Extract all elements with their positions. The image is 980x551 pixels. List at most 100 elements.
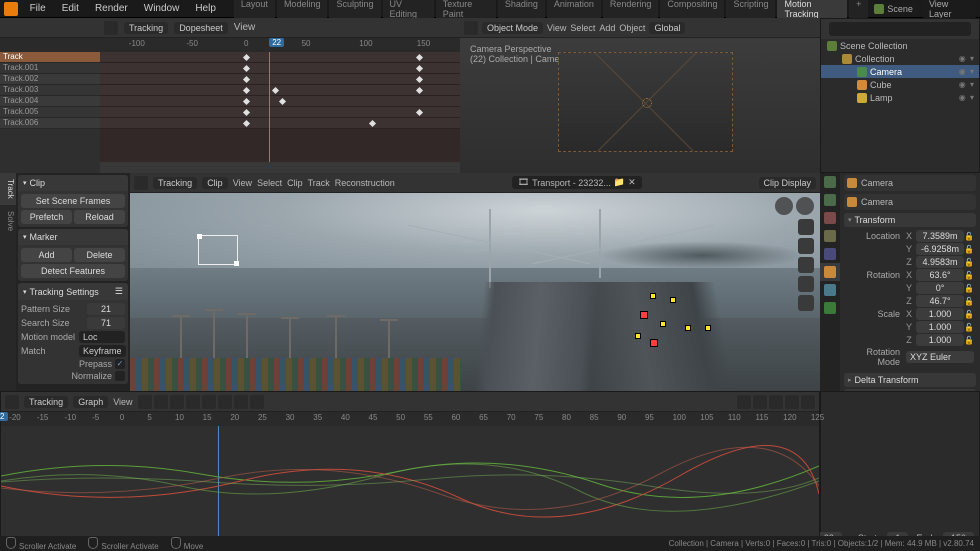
rotation-y[interactable]: 0° <box>916 282 964 294</box>
graph-body[interactable] <box>1 426 819 538</box>
tracking-point[interactable] <box>650 339 658 347</box>
dopesheet-track-row[interactable]: Track.005 <box>0 107 100 118</box>
viewport-add-menu[interactable]: Add <box>599 23 615 33</box>
outliner-row[interactable]: Scene Collection <box>821 39 979 52</box>
menu-help[interactable]: Help <box>187 1 224 16</box>
lock-icon[interactable]: 🔓 <box>964 271 974 280</box>
menu-render[interactable]: Render <box>87 1 136 16</box>
set-scene-frames-button[interactable]: Set Scene Frames <box>21 194 125 208</box>
graph-ruler[interactable]: -20-15-10-505101520253035404550556065707… <box>1 412 819 426</box>
lock-icon[interactable]: 🔓 <box>964 284 974 293</box>
rotation-x[interactable]: 63.6° <box>916 269 964 281</box>
editor-type-icon[interactable] <box>104 21 118 35</box>
scale-x[interactable]: 1.000 <box>916 308 964 320</box>
clip-name-field[interactable]: 🎞Transport - 23232...📁✕ <box>512 176 642 189</box>
side-tab-track[interactable]: Track <box>0 173 16 205</box>
dopesheet-view-menu[interactable]: View <box>234 22 256 33</box>
location-z[interactable]: 4.9583m <box>916 256 964 268</box>
close-icon[interactable]: ✕ <box>628 177 636 188</box>
rotation-z[interactable]: 46.7° <box>916 295 964 307</box>
clip-mode[interactable]: Tracking <box>153 177 197 189</box>
dopesheet-track-row[interactable]: Track <box>0 52 100 63</box>
graph-view-menu[interactable]: View <box>113 397 132 407</box>
detect-features-button[interactable]: Detect Features <box>21 264 125 278</box>
graph-option-icon[interactable] <box>769 395 783 409</box>
lock-icon[interactable]: 🔓 <box>964 232 974 241</box>
menu-window[interactable]: Window <box>136 1 188 16</box>
editor-type-icon[interactable] <box>134 176 148 190</box>
viewport-3d[interactable]: Object Mode View Select Add Object Globa… <box>460 18 820 173</box>
motion-model-select[interactable]: Loc <box>79 331 125 343</box>
clip-submode[interactable]: Clip <box>202 177 228 189</box>
props-tab-viewlayer[interactable] <box>820 209 840 227</box>
location-x[interactable]: 7.3589m <box>916 230 964 242</box>
clip-tool-icon[interactable] <box>798 257 814 273</box>
clip-clip-menu[interactable]: Clip <box>287 178 303 188</box>
lock-icon[interactable]: 🔓 <box>964 336 974 345</box>
graph-option-icon[interactable] <box>753 395 767 409</box>
lock-icon[interactable]: 🔓 <box>964 297 974 306</box>
dopesheet-submode[interactable]: Dopesheet <box>174 22 228 34</box>
props-tab-data[interactable] <box>820 299 840 317</box>
graph-option-icon[interactable] <box>801 395 815 409</box>
props-tab-render[interactable] <box>820 173 840 191</box>
props-tab-output[interactable] <box>820 191 840 209</box>
clip-tool-icon[interactable] <box>798 238 814 254</box>
visibility-icons[interactable]: ◉ ▾ <box>959 67 979 76</box>
props-subpanel-header[interactable]: Delta Transform <box>844 373 976 387</box>
normalize-checkbox[interactable] <box>115 371 125 381</box>
editor-type-icon[interactable] <box>464 21 478 35</box>
panel-header-tracking[interactable]: Tracking Settings☰ <box>18 283 128 300</box>
viewport-mode[interactable]: Object Mode <box>482 22 543 34</box>
dopesheet-track-row[interactable]: Track.003 <box>0 85 100 96</box>
outliner-row[interactable]: Camera◉ ▾ <box>821 65 979 78</box>
props-tab-scene[interactable] <box>820 227 840 245</box>
outliner-row[interactable]: Lamp◉ ▾ <box>821 91 979 104</box>
clip-editor[interactable]: Tracking Clip View Select Clip Track Rec… <box>130 173 820 391</box>
location-y[interactable]: -6.9258m <box>916 243 964 255</box>
prefetch-button[interactable]: Prefetch <box>21 210 72 224</box>
dopesheet-track-row[interactable]: Track.001 <box>0 63 100 74</box>
tracking-point[interactable] <box>635 333 641 339</box>
graph-editor[interactable]: Tracking Graph View -20-15- <box>0 391 820 541</box>
clip-select-menu[interactable]: Select <box>257 178 282 188</box>
clip-display-dropdown[interactable]: Clip Display <box>759 177 817 189</box>
panel-header-marker[interactable]: Marker <box>18 229 128 245</box>
clip-reconstruction-menu[interactable]: Reconstruction <box>335 178 395 188</box>
preset-icon[interactable]: ☰ <box>115 286 123 297</box>
viewport-object-menu[interactable]: Object <box>619 23 645 33</box>
clip-tool-icon[interactable] <box>798 276 814 292</box>
menu-file[interactable]: File <box>22 1 54 16</box>
dopesheet-track-row[interactable]: Track.006 <box>0 118 100 129</box>
graph-option-icon[interactable] <box>737 395 751 409</box>
outliner-row[interactable]: Collection◉ ▾ <box>821 52 979 65</box>
dopesheet-track-row[interactable]: Track.004 <box>0 96 100 107</box>
graph-filter-icon[interactable] <box>154 395 168 409</box>
open-file-icon[interactable]: 📁 <box>614 177 625 188</box>
graph-submode[interactable]: Graph <box>73 396 108 408</box>
visibility-icons[interactable]: ◉ ▾ <box>959 54 979 63</box>
side-tab-solve[interactable]: Solve <box>0 205 16 237</box>
delete-marker-button[interactable]: Delete <box>74 248 125 262</box>
rotmode-select[interactable]: XYZ Euler <box>906 351 974 363</box>
clip-view-menu[interactable]: View <box>233 178 252 188</box>
tracking-point[interactable] <box>705 325 711 331</box>
reload-button[interactable]: Reload <box>74 210 125 224</box>
visibility-icons[interactable]: ◉ ▾ <box>959 80 979 89</box>
viewport-view-menu[interactable]: View <box>547 23 566 33</box>
graph-filter-icon[interactable] <box>250 395 264 409</box>
outliner-search[interactable] <box>829 22 971 36</box>
dopesheet-body[interactable] <box>100 52 460 162</box>
dopesheet-track-row[interactable]: Track.002 <box>0 74 100 85</box>
props-tab-world[interactable] <box>820 245 840 263</box>
graph-filter-icon[interactable] <box>170 395 184 409</box>
lock-icon[interactable]: 🔓 <box>964 258 974 267</box>
dopesheet[interactable]: Tracking Dopesheet View -100 -50 0 22 50… <box>100 18 460 173</box>
clip-lock-icon[interactable] <box>796 197 814 215</box>
add-marker-button[interactable]: Add <box>21 248 72 262</box>
props-tab-object[interactable] <box>820 263 840 281</box>
clip-gizmo-icon[interactable] <box>775 197 793 215</box>
graph-option-icon[interactable] <box>785 395 799 409</box>
dopesheet-mode[interactable]: Tracking <box>124 22 168 34</box>
clip-tool-icon[interactable] <box>798 219 814 235</box>
